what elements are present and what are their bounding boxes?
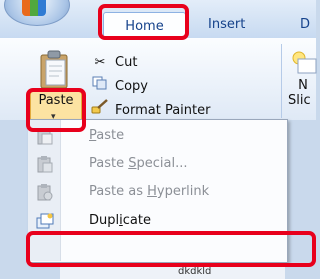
new-slide-label-line1: N [298,78,308,93]
format-painter-button[interactable]: Format Painter [91,98,210,120]
paste-button-highlight [26,88,86,132]
cut-label: Cut [115,55,138,70]
copy-icon [91,76,109,98]
tab-insert[interactable]: Insert [208,14,245,36]
copy-button[interactable]: Copy [91,76,148,98]
scissors-icon: ✂ [94,55,106,70]
cut-button[interactable]: ✂ Cut [91,52,138,74]
format-painter-label: Format Painter [115,103,211,118]
menu-item-paste-as-hyperlink-label: Paste as Hyperlink [89,184,210,199]
office-logo-icon [22,0,46,16]
duplicate-item-highlight [26,231,316,267]
group-divider [281,44,282,118]
menu-item-paste-special-label: Paste Special... [89,156,188,171]
slide-area-strip [60,265,285,279]
tab-design[interactable]: D [300,14,310,36]
menu-item-paste-special[interactable]: Paste Special... [29,150,285,178]
menu-item-paste-as-hyperlink[interactable]: Paste as Hyperlink [29,178,285,206]
clipboard-paste-icon[interactable] [37,50,71,90]
new-slide-label-line2: Slic [288,93,311,108]
new-slide-label[interactable]: N Slic [288,78,318,108]
new-slide-icon[interactable] [291,50,317,76]
paste-special-icon [37,156,53,173]
slide-thumbnail-caption: dkdkld [178,266,212,277]
home-tab-highlight [98,4,189,40]
menu-item-paste-label: Paste [89,128,125,143]
duplicate-icon [36,213,54,229]
copy-label: Copy [115,79,148,94]
paste-hyperlink-icon [37,184,53,201]
